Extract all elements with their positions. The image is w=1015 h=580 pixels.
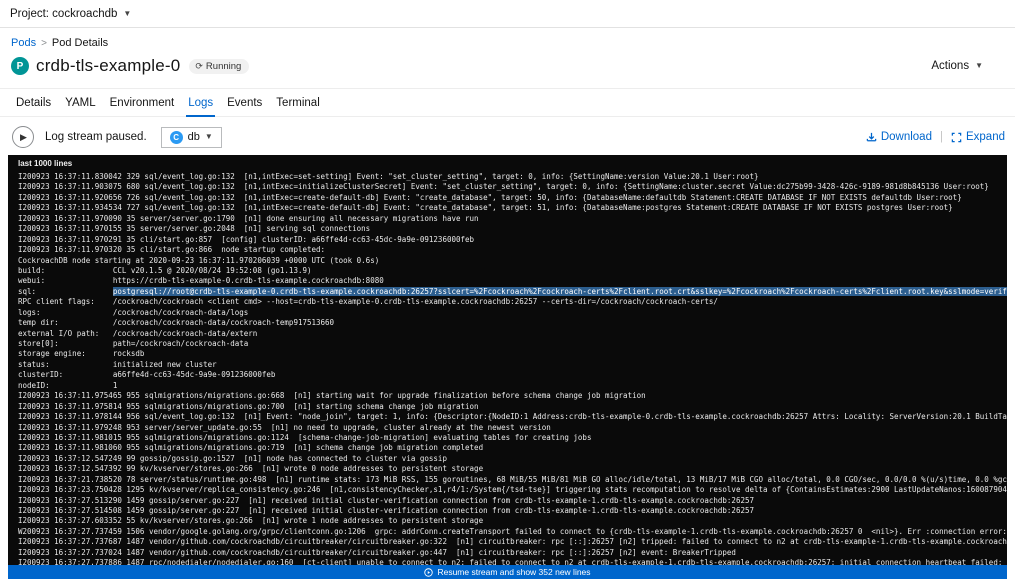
log-line: temp dir: /cockroach/cockroach-data/cock… — [18, 318, 1007, 328]
log-toolbar: ▶ Log stream paused. C db ▼ Download | E… — [12, 126, 1005, 148]
log-viewer[interactable]: last 1000 lines I200923 16:37:11.830042 … — [8, 155, 1007, 579]
tab-yaml[interactable]: YAML — [63, 89, 97, 116]
actions-dropdown[interactable]: Actions ▼ — [931, 60, 1005, 72]
chevron-down-icon: ▼ — [123, 10, 131, 18]
log-line: I200923 16:37:27.737024 1487 vendor/gith… — [18, 548, 1007, 558]
log-line: I200923 16:37:21.738520 78 server/status… — [18, 475, 1007, 485]
breadcrumb: Pods > Pod Details — [11, 37, 1015, 49]
log-line: I200923 16:37:11.830042 329 sql/event_lo… — [18, 172, 1007, 182]
chevron-down-icon: ▼ — [205, 133, 213, 141]
log-line: I200923 16:37:27.514508 1459 gossip/serv… — [18, 506, 1007, 516]
log-line: nodeID: 1 — [18, 381, 1007, 391]
download-icon — [866, 132, 877, 143]
tab-details[interactable]: Details — [14, 89, 53, 116]
log-line: W200923 16:37:27.737459 1506 vendor/goog… — [18, 527, 1007, 537]
log-line: I200923 16:37:11.975465 955 sqlmigration… — [18, 391, 1007, 401]
log-line: I200923 16:37:11.981015 955 sqlmigration… — [18, 433, 1007, 443]
status-badge: ⟳ Running — [189, 59, 249, 74]
tab-logs[interactable]: Logs — [186, 89, 215, 117]
log-line: storage engine: rocksdb — [18, 349, 1007, 359]
chevron-down-icon: ▼ — [975, 62, 983, 70]
log-line: logs: /cockroach/cockroach-data/logs — [18, 308, 1007, 318]
log-line: I200923 16:37:11.981060 955 sqlmigration… — [18, 443, 1007, 453]
log-line: I200923 16:37:11.970320 35 cli/start.go:… — [18, 245, 1007, 255]
project-selector[interactable]: Project: cockroachdb ▼ — [10, 8, 131, 20]
tab-terminal[interactable]: Terminal — [274, 89, 321, 116]
log-line: I200923 16:37:11.970155 35 server/server… — [18, 224, 1007, 234]
breadcrumb-pods-link[interactable]: Pods — [11, 37, 36, 49]
log-line: status: initialized new cluster — [18, 360, 1007, 370]
log-line-count: last 1000 lines — [8, 155, 1007, 171]
log-line: I200923 16:37:11.934534 727 sql/event_lo… — [18, 203, 1007, 213]
log-line: I200923 16:37:11.970291 35 cli/start.go:… — [18, 235, 1007, 245]
breadcrumb-current: Pod Details — [52, 37, 108, 49]
log-line: I200923 16:37:11.975814 955 sqlmigration… — [18, 402, 1007, 412]
resume-stream-banner[interactable]: Resume stream and show 352 new lines — [8, 565, 1007, 579]
pod-header: P crdb-tls-example-0 ⟳ Running Actions ▼ — [11, 56, 1005, 76]
download-button[interactable]: Download — [866, 131, 932, 143]
project-selector-label: Project: cockroachdb — [10, 8, 117, 20]
tab-events[interactable]: Events — [225, 89, 264, 116]
resume-stream-banner-label: Resume stream and show 352 new lines — [437, 567, 590, 577]
log-line: webui: https://crdb-tls-example-0.crdb-t… — [18, 276, 1007, 286]
log-line: build: CCL v20.1.5 @ 2020/08/24 19:52:08… — [18, 266, 1007, 276]
resume-stream-button[interactable]: ▶ — [12, 126, 34, 148]
log-line: I200923 16:37:11.978144 956 sql/event_lo… — [18, 412, 1007, 422]
log-line: I200923 16:37:27.513290 1459 gossip/serv… — [18, 496, 1007, 506]
actions-dropdown-label: Actions — [931, 60, 969, 72]
play-circle-icon — [424, 568, 433, 577]
expand-button-label: Expand — [966, 131, 1005, 143]
log-line: store[0]: path=/cockroach/cockroach-data — [18, 339, 1007, 349]
log-toolbar-actions: Download | Expand — [866, 131, 1005, 143]
log-line: RPC client flags: /cockroach/cockroach <… — [18, 297, 1007, 307]
log-content: I200923 16:37:11.830042 329 sql/event_lo… — [8, 171, 1007, 569]
log-line: external I/O path: /cockroach/cockroach-… — [18, 329, 1007, 339]
log-line: I200923 16:37:11.979248 953 server/serve… — [18, 423, 1007, 433]
log-line: CockroachDB node starting at 2020-09-23 … — [18, 256, 1007, 266]
expand-icon — [951, 132, 962, 143]
container-selector[interactable]: C db ▼ — [161, 127, 222, 148]
page-title: crdb-tls-example-0 — [36, 56, 180, 76]
log-line: I200923 16:37:11.920656 726 sql/event_lo… — [18, 193, 1007, 203]
log-line: I200923 16:37:12.547249 99 gossip/gossip… — [18, 454, 1007, 464]
status-badge-label: Running — [206, 61, 241, 72]
log-line: I200923 16:37:23.750428 1295 kv/kvserver… — [18, 485, 1007, 495]
stream-status-text: Log stream paused. — [45, 131, 147, 143]
container-selector-value: db — [188, 131, 200, 143]
log-line: I200923 16:37:11.970090 35 server/server… — [18, 214, 1007, 224]
toolbar-separator: | — [940, 131, 943, 143]
download-button-label: Download — [881, 131, 932, 143]
top-bar: Project: cockroachdb ▼ — [0, 0, 1015, 28]
expand-button[interactable]: Expand — [951, 131, 1005, 143]
pod-resource-icon: P — [11, 57, 29, 75]
tab-bar: Details YAML Environment Logs Events Terminal — [0, 89, 1015, 117]
tab-environment[interactable]: Environment — [108, 89, 177, 116]
log-line: sql: postgresql://root@crdb-tls-example-… — [18, 287, 1007, 297]
log-line: I200923 16:37:12.547392 99 kv/kvserver/s… — [18, 464, 1007, 474]
log-line: I200923 16:37:27.603352 55 kv/kvserver/s… — [18, 516, 1007, 526]
log-line-selected-text: postgresql://root@crdb-tls-example-0.crd… — [113, 287, 1007, 296]
log-line: clusterID: a66ffe4d-cc63-45dc-9a9e-09123… — [18, 370, 1007, 380]
log-line: I200923 16:37:11.903075 680 sql/event_lo… — [18, 182, 1007, 192]
sync-icon: ⟳ — [195, 61, 203, 72]
play-icon: ▶ — [20, 132, 27, 143]
container-resource-icon: C — [170, 131, 183, 144]
log-line: I200923 16:37:27.737687 1487 vendor/gith… — [18, 537, 1007, 547]
breadcrumb-separator: > — [41, 38, 47, 49]
